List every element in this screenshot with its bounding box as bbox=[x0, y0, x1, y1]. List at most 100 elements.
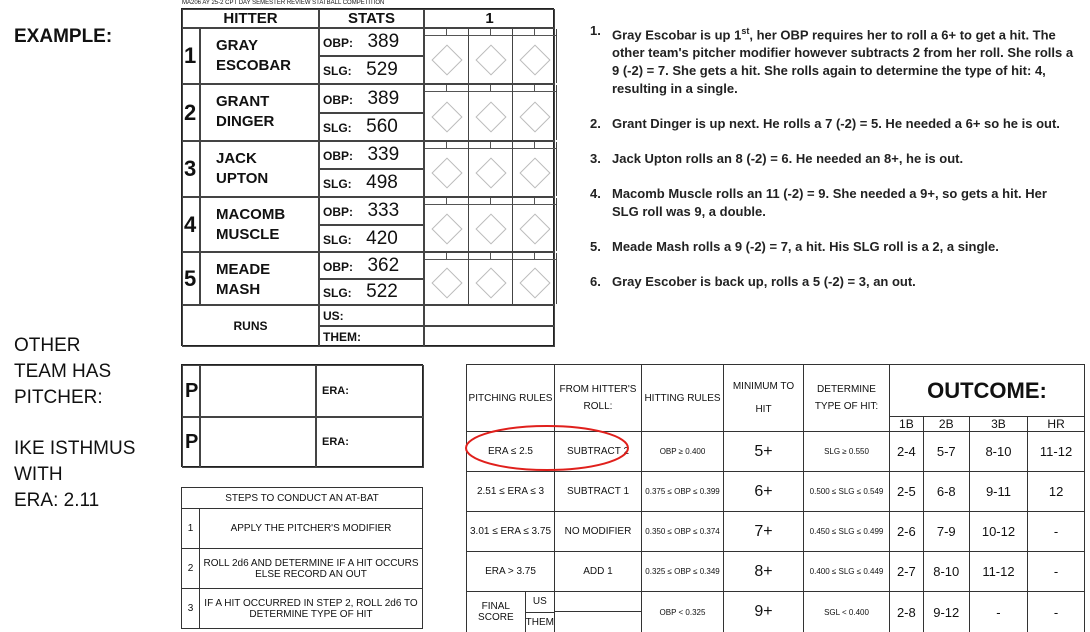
obp-label: OBP: bbox=[323, 93, 353, 107]
slg-range-cell: 0.450 ≤ SLG ≤ 0.499 bbox=[803, 511, 890, 552]
pitcher-info: IKE ISTHMUS WITH ERA: 2.11 bbox=[14, 438, 136, 511]
instruction-item: 1. Gray Escobar is up 1st, her OBP requir… bbox=[590, 22, 1075, 98]
outcome-2b: 7-9 bbox=[922, 511, 970, 552]
obp-label: OBP: bbox=[323, 205, 353, 219]
determine-header: DETERMINE TYPE OF HIT: bbox=[803, 364, 890, 432]
scorecard: HITTER STATS 1 1 GRAY ESCOBAR OBP: 389 SLG: … bbox=[181, 8, 557, 347]
slg-cell: SLG: 529 bbox=[319, 56, 424, 84]
runs-label: RUNS bbox=[182, 305, 319, 347]
slg-value: 522 bbox=[366, 281, 398, 302]
step-text: APPLY THE PITCHER'S MODIFIER bbox=[199, 508, 423, 549]
instruction-item: 6. Gray Escober is back up, rolls a 5 (-2… bbox=[590, 273, 1075, 291]
obp-cell: OBP: 333 bbox=[319, 197, 424, 225]
highlight-ellipse bbox=[465, 425, 629, 471]
inning-cell[interactable] bbox=[424, 28, 557, 84]
slg-range-cell: 0.400 ≤ SLG ≤ 0.449 bbox=[803, 551, 890, 592]
pitcher-2-name[interactable] bbox=[200, 417, 316, 468]
min-to-hit-cell: 7+ bbox=[723, 511, 804, 552]
pitcher-2-era[interactable]: ERA: bbox=[316, 417, 424, 468]
obp-value: 333 bbox=[367, 200, 400, 221]
rules-row: FINAL SCORE US THEM OBP < 0.325 9+ SGL < 0.40… bbox=[466, 591, 1085, 632]
modifier-cell: SUBTRACT 1 bbox=[554, 471, 642, 512]
obp-label: OBP: bbox=[323, 149, 353, 163]
instruction-number: 4. bbox=[590, 186, 601, 202]
runs-them-cell[interactable] bbox=[424, 326, 555, 347]
obp-label: OBP: bbox=[323, 36, 353, 50]
instruction-item: 5. Meade Mash rolls a 9 (-2) = 7, a hit. … bbox=[590, 238, 1075, 256]
runs-us-cell[interactable] bbox=[424, 305, 555, 326]
step-num: 2 bbox=[181, 548, 200, 589]
min-to-hit-cell: 5+ bbox=[723, 431, 804, 472]
instruction-item: 2. Grant Dinger is up next. He rolls a 7 … bbox=[590, 115, 1075, 133]
rules-row: 2.51 ≤ ERA ≤ 3 SUBTRACT 1 0.375 ≤ OBP ≤ 0.… bbox=[466, 471, 1085, 512]
steps-title: STEPS TO CONDUCT AN AT-BAT bbox=[181, 487, 423, 509]
us-label: US: bbox=[319, 305, 424, 326]
outcome-2b: 5-7 bbox=[922, 431, 970, 472]
hitter-header: HITTER bbox=[182, 9, 319, 28]
min-to-hit-header: MINIMUM TO HIT bbox=[723, 364, 804, 432]
obp-range-cell: 0.325 ≤ OBP ≤ 0.349 bbox=[641, 551, 724, 592]
outcome-3b: 11-12 bbox=[968, 551, 1029, 592]
them-label: THEM: bbox=[319, 326, 424, 347]
outcome-1b: 2-5 bbox=[889, 471, 924, 512]
hitter-name: JACK UPTON bbox=[200, 141, 319, 197]
instruction-text: Grant Dinger is up next. He rolls a 7 (-… bbox=[612, 116, 1060, 132]
slg-range-cell: SLG ≥ 0.550 bbox=[803, 431, 890, 472]
outcome-3b: 9-11 bbox=[968, 471, 1029, 512]
instruction-number: 2. bbox=[590, 116, 601, 132]
obp-range-cell: OBP ≥ 0.400 bbox=[641, 431, 724, 472]
slg-range-cell: 0.500 ≤ SLG ≤ 0.549 bbox=[803, 471, 890, 512]
obp-value: 339 bbox=[367, 144, 400, 165]
instruction-number: 3. bbox=[590, 151, 601, 167]
inning-cell[interactable] bbox=[424, 141, 557, 197]
instruction-text: Gray Escobar is up 1st, her OBP requires… bbox=[612, 26, 1074, 97]
inning-cell[interactable] bbox=[424, 252, 557, 305]
outcome-2b: 6-8 bbox=[922, 471, 970, 512]
final-score-cell: FINAL SCORE US THEM bbox=[466, 591, 555, 632]
final-them-label: THEM bbox=[525, 616, 554, 628]
modifier-cell: NO MODIFIER bbox=[554, 511, 642, 552]
outcome-1b: 2-4 bbox=[889, 431, 924, 472]
instructions-list: 1. Gray Escobar is up 1st, her OBP requir… bbox=[590, 22, 1075, 308]
min-to-hit-cell: 8+ bbox=[723, 551, 804, 592]
modifier-cell: ADD 1 bbox=[554, 551, 642, 592]
step-num: 1 bbox=[181, 508, 200, 549]
obp-range-cell: 0.350 ≤ OBP ≤ 0.374 bbox=[641, 511, 724, 552]
outcome-2b: 9-12 bbox=[922, 591, 970, 632]
slg-cell: SLG: 498 bbox=[319, 169, 424, 197]
instruction-number: 6. bbox=[590, 274, 601, 290]
outcome-hr: - bbox=[1027, 511, 1085, 552]
inning-cell[interactable] bbox=[424, 197, 557, 252]
pitcher-1-name[interactable] bbox=[200, 365, 316, 417]
slg-value: 420 bbox=[366, 228, 398, 249]
hitter-name: GRAY ESCOBAR bbox=[200, 28, 319, 84]
obp-value: 389 bbox=[367, 31, 400, 52]
slg-range-cell: SGL < 0.400 bbox=[803, 591, 890, 632]
slg-value: 498 bbox=[366, 172, 398, 193]
slg-label: SLG: bbox=[323, 64, 352, 78]
instruction-text: Jack Upton rolls an 8 (-2) = 6. He neede… bbox=[612, 151, 964, 167]
slg-label: SLG: bbox=[323, 233, 352, 247]
outcome-3b: 8-10 bbox=[968, 431, 1029, 472]
rules-table: PITCHING RULES FROM HITTER'S ROLL: HITTI… bbox=[466, 364, 1085, 632]
obp-range-cell: 0.375 ≤ OBP ≤ 0.399 bbox=[641, 471, 724, 512]
pitcher-1-era[interactable]: ERA: bbox=[316, 365, 424, 417]
min-to-hit-cell: 6+ bbox=[723, 471, 804, 512]
steps-table: STEPS TO CONDUCT AN AT-BAT 1 APPLY THE PI… bbox=[181, 487, 423, 629]
final-score-entry[interactable] bbox=[554, 591, 642, 632]
example-label: EXAMPLE: bbox=[14, 26, 113, 47]
slg-cell: SLG: 560 bbox=[319, 113, 424, 141]
obp-cell: OBP: 362 bbox=[319, 252, 424, 279]
outcome-3b: 10-12 bbox=[968, 511, 1029, 552]
hitter-name: MACOMB MUSCLE bbox=[200, 197, 319, 252]
step-text: ROLL 2d6 AND DETERMINE IF A HIT OCCURS E… bbox=[199, 548, 423, 589]
outcome-col: 2B bbox=[922, 416, 970, 432]
outcome-1b: 2-6 bbox=[889, 511, 924, 552]
inning-cell[interactable] bbox=[424, 84, 557, 141]
obp-cell: OBP: 389 bbox=[319, 28, 424, 56]
slg-value: 560 bbox=[366, 116, 398, 137]
hitter-number: 5 bbox=[182, 252, 200, 305]
final-us-label: US bbox=[525, 592, 554, 613]
instruction-text: Gray Escober is back up, rolls a 5 (-2) … bbox=[612, 274, 916, 290]
other-team-label: OTHER TEAM HAS PITCHER: bbox=[14, 335, 112, 408]
